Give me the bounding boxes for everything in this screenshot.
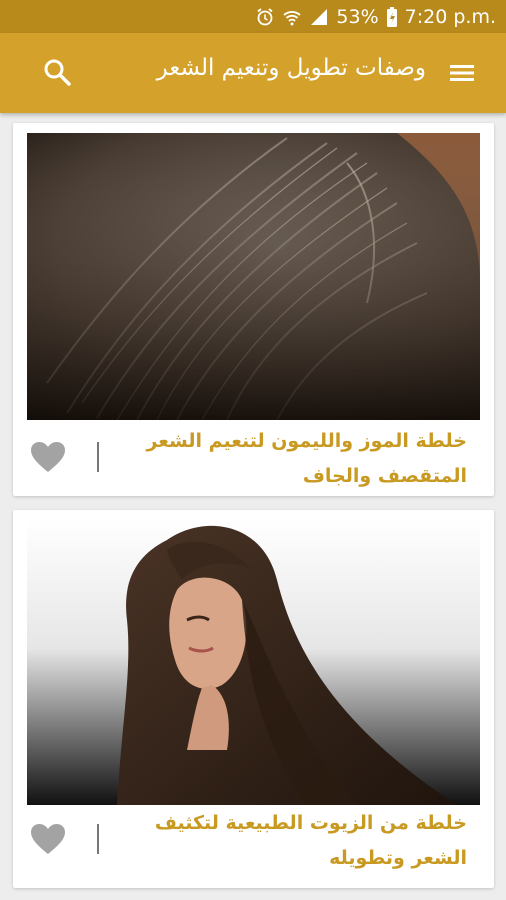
article-image-woman-long-hair[interactable] (27, 520, 480, 805)
article-image-hair-scalp[interactable] (27, 133, 480, 420)
page-title: وصفات تطويل وتنعيم الشعر (156, 55, 426, 81)
heart-icon[interactable] (29, 440, 67, 474)
hamburger-menu-icon[interactable] (448, 59, 476, 87)
app-bar: وصفات تطويل وتنعيم الشعر (0, 33, 506, 113)
battery-icon (386, 6, 398, 28)
heart-icon[interactable] (29, 822, 67, 856)
alarm-icon (255, 7, 275, 27)
search-icon[interactable] (40, 55, 74, 89)
wifi-icon (282, 7, 302, 27)
battery-percent: 53% (336, 5, 379, 28)
clock-time: 7:20 p.m. (404, 5, 496, 28)
signal-icon (309, 7, 329, 27)
divider (97, 442, 99, 472)
article-card[interactable]: خلطة الموز والليمون لتنعيم الشعر المتقصف… (13, 123, 494, 496)
article-title[interactable]: خلطة الموز والليمون لتنعيم الشعر المتقصف… (127, 424, 467, 494)
divider (97, 824, 99, 854)
status-bar: 53% 7:20 p.m. (0, 0, 506, 33)
article-title[interactable]: خلطة من الزيوت الطبيعية لتكثيف الشعر وتط… (127, 806, 467, 876)
article-card[interactable]: خلطة من الزيوت الطبيعية لتكثيف الشعر وتط… (13, 510, 494, 888)
article-feed[interactable]: خلطة الموز والليمون لتنعيم الشعر المتقصف… (0, 113, 506, 900)
